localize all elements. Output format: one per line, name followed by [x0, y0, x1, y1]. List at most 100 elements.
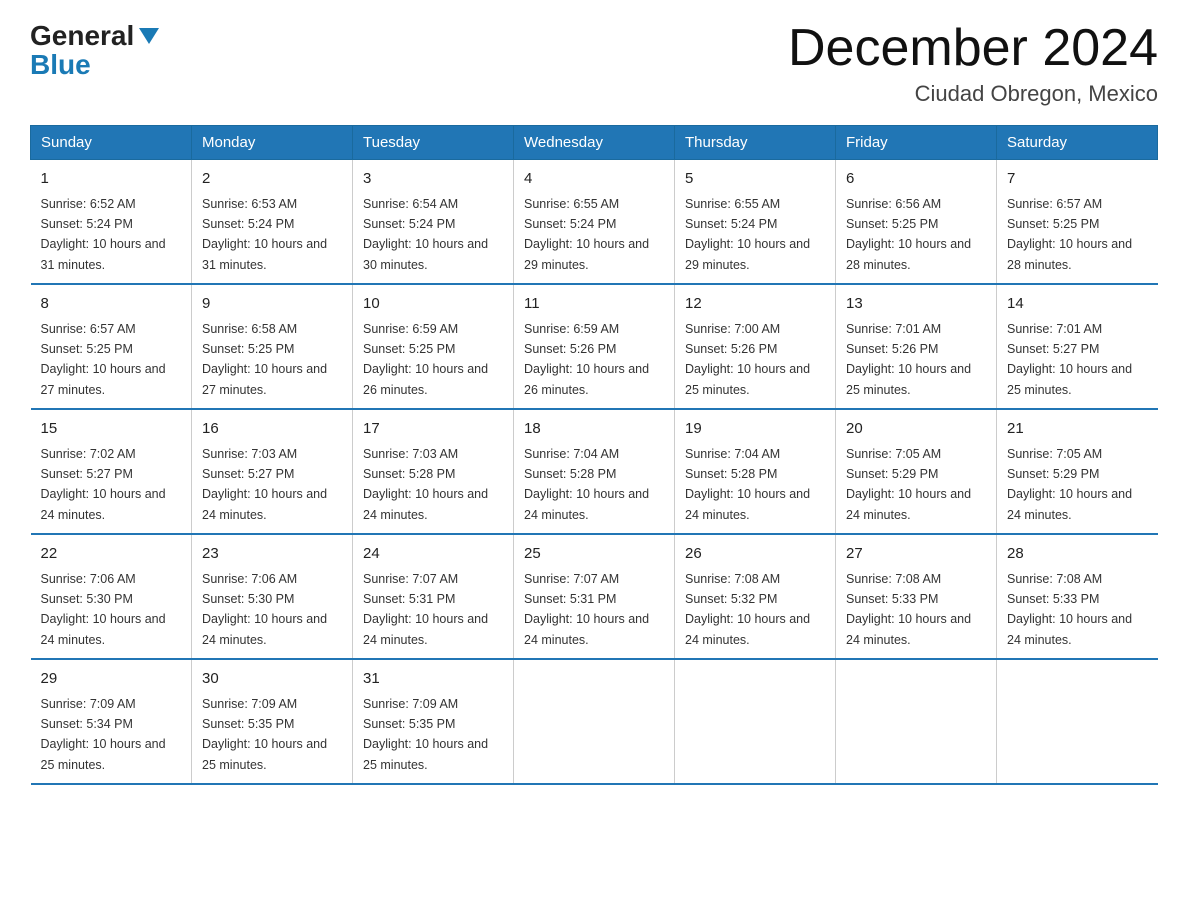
calendar-day-cell: 21 Sunrise: 7:05 AMSunset: 5:29 PMDayligh…	[997, 409, 1158, 534]
col-thursday: Thursday	[675, 126, 836, 160]
day-number: 6	[846, 168, 986, 191]
calendar-title: December 2024	[788, 20, 1158, 77]
day-info: Sunrise: 7:09 AMSunset: 5:35 PMDaylight:…	[363, 697, 488, 772]
calendar-day-cell	[836, 659, 997, 784]
calendar-week-row: 22 Sunrise: 7:06 AMSunset: 5:30 PMDayligh…	[31, 534, 1158, 659]
day-info: Sunrise: 6:59 AMSunset: 5:26 PMDaylight:…	[524, 322, 649, 397]
day-info: Sunrise: 7:04 AMSunset: 5:28 PMDaylight:…	[685, 447, 810, 522]
calendar-day-cell: 9Sunrise: 6:58 AMSunset: 5:25 PMDaylight…	[192, 284, 353, 409]
day-info: Sunrise: 7:03 AMSunset: 5:27 PMDaylight:…	[202, 447, 327, 522]
logo-text-blue: Blue	[30, 49, 91, 80]
col-monday: Monday	[192, 126, 353, 160]
day-number: 22	[41, 543, 182, 566]
calendar-day-cell: 25 Sunrise: 7:07 AMSunset: 5:31 PMDayligh…	[514, 534, 675, 659]
day-info: Sunrise: 6:57 AMSunset: 5:25 PMDaylight:…	[1007, 197, 1132, 272]
day-number: 30	[202, 668, 342, 691]
logo-text-general: General	[30, 22, 134, 50]
day-number: 20	[846, 418, 986, 441]
calendar-week-row: 8Sunrise: 6:57 AMSunset: 5:25 PMDaylight…	[31, 284, 1158, 409]
day-info: Sunrise: 7:00 AMSunset: 5:26 PMDaylight:…	[685, 322, 810, 397]
calendar-day-cell: 28 Sunrise: 7:08 AMSunset: 5:33 PMDayligh…	[997, 534, 1158, 659]
calendar-day-cell: 12 Sunrise: 7:00 AMSunset: 5:26 PMDayligh…	[675, 284, 836, 409]
day-info: Sunrise: 7:09 AMSunset: 5:34 PMDaylight:…	[41, 697, 166, 772]
calendar-day-cell: 13 Sunrise: 7:01 AMSunset: 5:26 PMDayligh…	[836, 284, 997, 409]
col-wednesday: Wednesday	[514, 126, 675, 160]
col-friday: Friday	[836, 126, 997, 160]
calendar-day-cell: 18 Sunrise: 7:04 AMSunset: 5:28 PMDayligh…	[514, 409, 675, 534]
calendar-week-row: 29Sunrise: 7:09 AMSunset: 5:34 PMDayligh…	[31, 659, 1158, 784]
day-number: 28	[1007, 543, 1148, 566]
day-info: Sunrise: 7:08 AMSunset: 5:32 PMDaylight:…	[685, 572, 810, 647]
calendar-day-cell: 27 Sunrise: 7:08 AMSunset: 5:33 PMDayligh…	[836, 534, 997, 659]
page-header: General Blue December 2024 Ciudad Obrego…	[30, 20, 1158, 107]
day-info: Sunrise: 6:55 AMSunset: 5:24 PMDaylight:…	[685, 197, 810, 272]
calendar-day-cell: 7 Sunrise: 6:57 AMSunset: 5:25 PMDaylight…	[997, 160, 1158, 285]
day-info: Sunrise: 7:08 AMSunset: 5:33 PMDaylight:…	[1007, 572, 1132, 647]
col-saturday: Saturday	[997, 126, 1158, 160]
calendar-day-cell: 10Sunrise: 6:59 AMSunset: 5:25 PMDayligh…	[353, 284, 514, 409]
day-number: 8	[41, 293, 182, 316]
calendar-day-cell: 14 Sunrise: 7:01 AMSunset: 5:27 PMDayligh…	[997, 284, 1158, 409]
day-info: Sunrise: 7:03 AMSunset: 5:28 PMDaylight:…	[363, 447, 488, 522]
calendar-day-cell: 26 Sunrise: 7:08 AMSunset: 5:32 PMDayligh…	[675, 534, 836, 659]
calendar-day-cell	[997, 659, 1158, 784]
calendar-body: 1Sunrise: 6:52 AMSunset: 5:24 PMDaylight…	[31, 160, 1158, 785]
calendar-day-cell: 16 Sunrise: 7:03 AMSunset: 5:27 PMDayligh…	[192, 409, 353, 534]
day-number: 5	[685, 168, 825, 191]
day-number: 21	[1007, 418, 1148, 441]
day-info: Sunrise: 6:56 AMSunset: 5:25 PMDaylight:…	[846, 197, 971, 272]
day-number: 1	[41, 168, 182, 191]
day-info: Sunrise: 7:05 AMSunset: 5:29 PMDaylight:…	[1007, 447, 1132, 522]
day-number: 27	[846, 543, 986, 566]
col-sunday: Sunday	[31, 126, 192, 160]
calendar-day-cell: 29Sunrise: 7:09 AMSunset: 5:34 PMDayligh…	[31, 659, 192, 784]
day-info: Sunrise: 6:55 AMSunset: 5:24 PMDaylight:…	[524, 197, 649, 272]
day-number: 9	[202, 293, 342, 316]
calendar-table: Sunday Monday Tuesday Wednesday Thursday…	[30, 125, 1158, 785]
day-number: 10	[363, 293, 503, 316]
calendar-day-cell: 30 Sunrise: 7:09 AMSunset: 5:35 PMDayligh…	[192, 659, 353, 784]
calendar-day-cell: 11 Sunrise: 6:59 AMSunset: 5:26 PMDayligh…	[514, 284, 675, 409]
calendar-day-cell: 23 Sunrise: 7:06 AMSunset: 5:30 PMDayligh…	[192, 534, 353, 659]
calendar-day-cell: 4 Sunrise: 6:55 AMSunset: 5:24 PMDaylight…	[514, 160, 675, 285]
calendar-day-cell: 19 Sunrise: 7:04 AMSunset: 5:28 PMDayligh…	[675, 409, 836, 534]
day-number: 4	[524, 168, 664, 191]
calendar-day-cell	[675, 659, 836, 784]
day-number: 7	[1007, 168, 1148, 191]
calendar-day-cell	[514, 659, 675, 784]
day-info: Sunrise: 7:07 AMSunset: 5:31 PMDaylight:…	[524, 572, 649, 647]
calendar-day-cell: 15Sunrise: 7:02 AMSunset: 5:27 PMDayligh…	[31, 409, 192, 534]
day-info: Sunrise: 7:08 AMSunset: 5:33 PMDaylight:…	[846, 572, 971, 647]
calendar-subtitle: Ciudad Obregon, Mexico	[788, 81, 1158, 107]
title-block: December 2024 Ciudad Obregon, Mexico	[788, 20, 1158, 107]
day-number: 18	[524, 418, 664, 441]
day-number: 13	[846, 293, 986, 316]
day-info: Sunrise: 7:05 AMSunset: 5:29 PMDaylight:…	[846, 447, 971, 522]
day-info: Sunrise: 7:01 AMSunset: 5:27 PMDaylight:…	[1007, 322, 1132, 397]
calendar-day-cell: 6 Sunrise: 6:56 AMSunset: 5:25 PMDaylight…	[836, 160, 997, 285]
day-info: Sunrise: 7:01 AMSunset: 5:26 PMDaylight:…	[846, 322, 971, 397]
day-info: Sunrise: 7:04 AMSunset: 5:28 PMDaylight:…	[524, 447, 649, 522]
day-number: 12	[685, 293, 825, 316]
calendar-day-cell: 3 Sunrise: 6:54 AMSunset: 5:24 PMDaylight…	[353, 160, 514, 285]
day-number: 23	[202, 543, 342, 566]
day-number: 16	[202, 418, 342, 441]
day-info: Sunrise: 7:07 AMSunset: 5:31 PMDaylight:…	[363, 572, 488, 647]
day-info: Sunrise: 7:06 AMSunset: 5:30 PMDaylight:…	[202, 572, 327, 647]
header-row: Sunday Monday Tuesday Wednesday Thursday…	[31, 126, 1158, 160]
day-number: 26	[685, 543, 825, 566]
calendar-header: Sunday Monday Tuesday Wednesday Thursday…	[31, 126, 1158, 160]
day-number: 11	[524, 293, 664, 316]
day-number: 3	[363, 168, 503, 191]
day-info: Sunrise: 6:54 AMSunset: 5:24 PMDaylight:…	[363, 197, 488, 272]
day-info: Sunrise: 6:53 AMSunset: 5:24 PMDaylight:…	[202, 197, 327, 272]
calendar-day-cell: 22Sunrise: 7:06 AMSunset: 5:30 PMDayligh…	[31, 534, 192, 659]
day-number: 19	[685, 418, 825, 441]
calendar-day-cell: 1Sunrise: 6:52 AMSunset: 5:24 PMDaylight…	[31, 160, 192, 285]
day-number: 24	[363, 543, 503, 566]
day-number: 14	[1007, 293, 1148, 316]
calendar-day-cell: 2Sunrise: 6:53 AMSunset: 5:24 PMDaylight…	[192, 160, 353, 285]
day-number: 25	[524, 543, 664, 566]
day-info: Sunrise: 7:09 AMSunset: 5:35 PMDaylight:…	[202, 697, 327, 772]
day-info: Sunrise: 7:02 AMSunset: 5:27 PMDaylight:…	[41, 447, 166, 522]
